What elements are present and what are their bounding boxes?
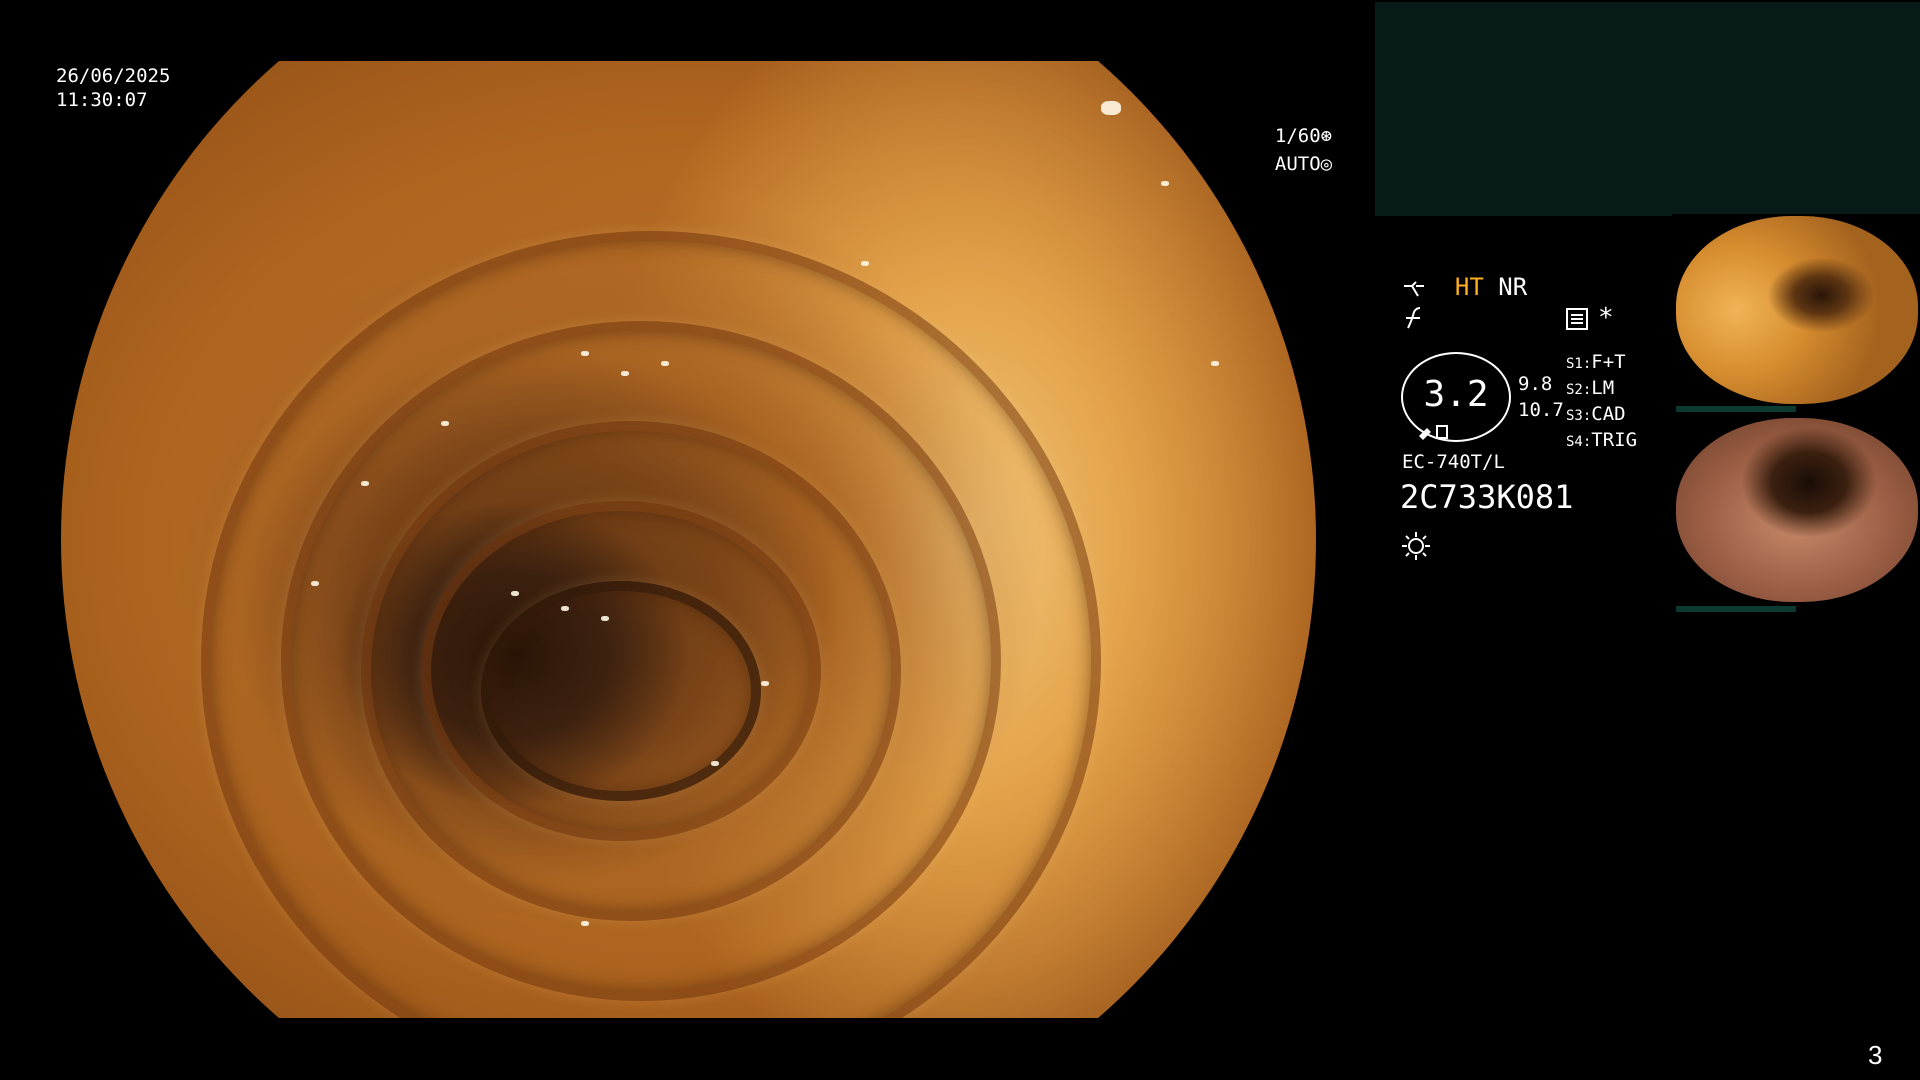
specular-glint <box>581 351 589 356</box>
specular-glint <box>711 761 719 766</box>
scope-model: EC-740T/L <box>1402 451 1505 473</box>
function-icon <box>1402 306 1426 334</box>
switch-item: S1:F+T <box>1566 351 1626 373</box>
scope-serial: 2C733K081 <box>1400 478 1574 516</box>
specular-glint <box>621 371 629 376</box>
filter-icon <box>1402 278 1426 304</box>
switch-list: S1:F+T S2:LM S3:CAD S4:TRIG <box>1566 350 1666 454</box>
thumbnail-image <box>1676 418 1918 602</box>
iris-readout: AUTO◎ <box>1252 128 1332 176</box>
thumbnail-frame[interactable] <box>1672 416 1920 608</box>
specular-glint <box>441 421 449 426</box>
gauge-side-top: 9.8 <box>1518 373 1553 395</box>
specular-glint <box>761 681 769 686</box>
zoom-gauge: 3.2 <box>1401 352 1511 442</box>
date-label: 26/06/2025 <box>56 65 171 87</box>
specular-glint <box>511 591 519 596</box>
mucosal-fold <box>481 581 761 801</box>
record-icon <box>1566 308 1588 334</box>
specular-glint <box>1101 101 1121 115</box>
specular-glint <box>311 581 319 586</box>
page-number: 3 <box>1868 1040 1883 1070</box>
gauge-indicator-icon <box>1417 420 1453 444</box>
specular-glint <box>1161 181 1169 186</box>
specular-glint <box>1211 361 1219 366</box>
thumbnail-frame[interactable] <box>1672 214 1920 410</box>
star-marker: * <box>1598 303 1614 333</box>
nr-label: NR <box>1498 273 1528 301</box>
gauge-side-bottom: 10.7 <box>1518 399 1564 421</box>
light-icon <box>1400 530 1432 566</box>
thumbnail-image <box>1676 216 1918 404</box>
gauge-value: 3.2 <box>1423 374 1489 415</box>
specular-glint <box>661 361 669 366</box>
iris-mode: AUTO <box>1274 153 1321 175</box>
switch-item: S2:LM <box>1566 377 1615 399</box>
switch-item: S3:CAD <box>1566 403 1626 425</box>
switch-item: S4:TRIG <box>1566 429 1638 451</box>
endoscope-view <box>61 61 1316 1018</box>
ht-label: HT <box>1454 273 1484 301</box>
time-label: 11:30:07 <box>56 89 148 111</box>
thumbnail-bar <box>1676 606 1796 612</box>
specular-glint <box>361 481 369 486</box>
specular-glint <box>581 921 589 926</box>
iris-icon: ◎ <box>1320 153 1333 175</box>
specular-glint <box>601 616 609 621</box>
ht-nr-status: HT NR <box>1426 245 1527 301</box>
thumbnail-bar <box>1676 406 1796 412</box>
info-panel-top <box>1375 2 1920 216</box>
specular-glint <box>861 261 869 266</box>
specular-glint <box>561 606 569 611</box>
